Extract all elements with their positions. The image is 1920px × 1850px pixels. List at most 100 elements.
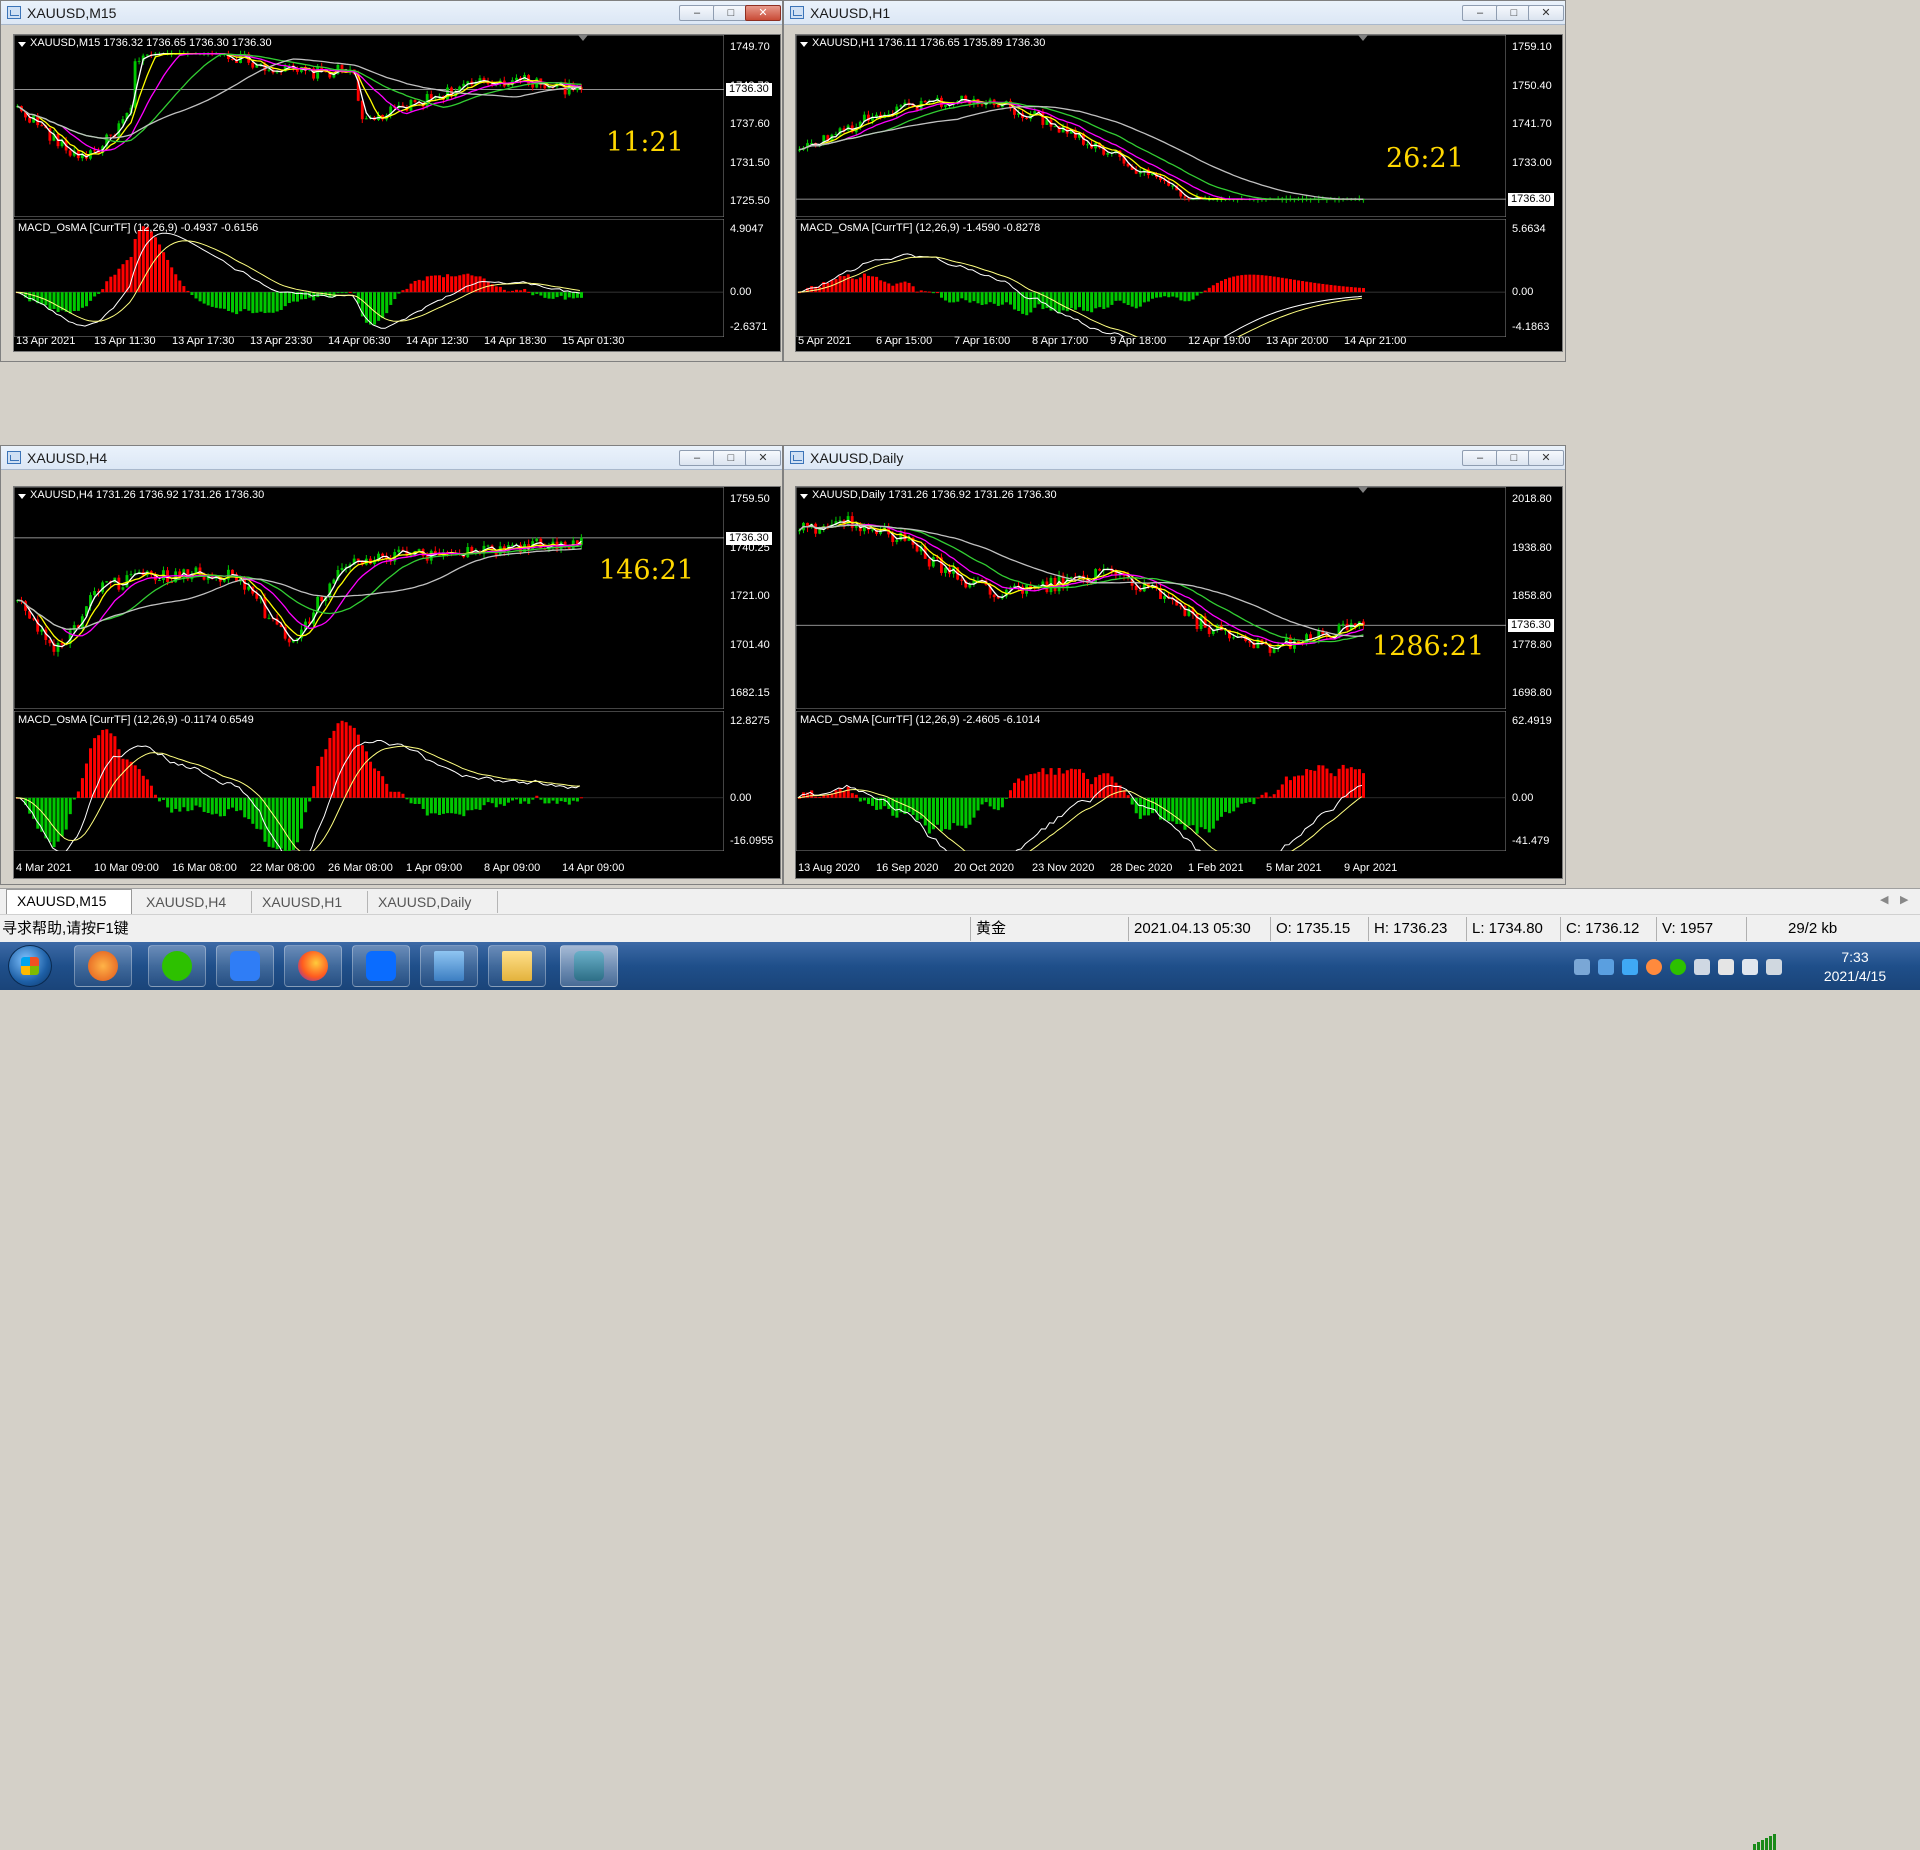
taskbar-app-photo-viewer[interactable] bbox=[420, 945, 478, 987]
candle-body bbox=[1086, 144, 1089, 146]
header-dropdown-icon[interactable] bbox=[800, 42, 808, 47]
tab-xauusd-h1[interactable]: XAUUSD,H1 bbox=[252, 891, 368, 913]
osma-bar bbox=[960, 797, 964, 826]
price-pane[interactable] bbox=[796, 487, 1506, 709]
osma-bar bbox=[992, 292, 996, 304]
chart-shift-marker-icon[interactable] bbox=[1358, 35, 1368, 41]
chart-canvas[interactable]: XAUUSD,H1 1736.11 1736.65 1735.89 1736.3… bbox=[795, 34, 1563, 352]
osma-bar bbox=[1207, 797, 1211, 833]
osma-bar bbox=[454, 276, 458, 293]
osma-bar bbox=[866, 797, 871, 805]
time-axis-label: 12 Apr 19:00 bbox=[1188, 335, 1251, 347]
taskbar-app-firefox[interactable] bbox=[284, 945, 342, 987]
tab-xauusd-m15[interactable]: XAUUSD,M15 bbox=[6, 889, 132, 914]
header-dropdown-icon[interactable] bbox=[800, 494, 808, 499]
osma-bar bbox=[1183, 292, 1187, 302]
macd-pane[interactable] bbox=[14, 711, 724, 851]
osma-bar bbox=[1013, 292, 1017, 310]
macd-pane[interactable] bbox=[796, 711, 1506, 851]
candle-body bbox=[397, 549, 401, 553]
tray-shield-icon[interactable] bbox=[1598, 959, 1614, 975]
tray-cloud-icon[interactable] bbox=[1622, 959, 1638, 975]
tray-tablet-icon[interactable] bbox=[1694, 959, 1710, 975]
osma-bar bbox=[470, 275, 474, 293]
tray-network-icon[interactable] bbox=[1766, 959, 1782, 975]
tray-bag-icon[interactable] bbox=[1574, 959, 1590, 975]
macd-pane[interactable] bbox=[14, 219, 724, 337]
osma-bar bbox=[875, 276, 879, 293]
osma-bar bbox=[923, 291, 927, 293]
tab-scroll-left-icon[interactable]: ◀ bbox=[1880, 893, 1888, 906]
tray-volume-icon[interactable] bbox=[1742, 959, 1758, 975]
clock-date[interactable]: 2021/4/15 bbox=[1810, 968, 1900, 984]
time-axis-label: 8 Apr 09:00 bbox=[484, 862, 541, 874]
tray-wechat-icon[interactable] bbox=[1670, 959, 1686, 975]
osma-bar bbox=[429, 275, 433, 293]
close-button[interactable]: ✕ bbox=[745, 5, 781, 21]
chart-canvas[interactable]: XAUUSD,M15 1736.32 1736.65 1736.30 1736.… bbox=[13, 34, 781, 352]
osma-bar bbox=[1171, 797, 1175, 822]
osma-bar bbox=[113, 736, 117, 798]
chart-canvas[interactable]: XAUUSD,H4 1731.26 1736.92 1731.26 1736.3… bbox=[13, 486, 781, 879]
window-titlebar[interactable]: XAUUSD,Daily – □ ✕ bbox=[784, 446, 1565, 470]
maximize-button[interactable]: □ bbox=[1496, 450, 1532, 466]
taskbar-app-file-explorer[interactable] bbox=[488, 945, 546, 987]
osma-bar bbox=[202, 797, 206, 812]
osma-bar bbox=[373, 292, 377, 325]
price-pane[interactable] bbox=[14, 35, 724, 217]
header-dropdown-icon[interactable] bbox=[18, 494, 26, 499]
osma-bar bbox=[287, 797, 291, 851]
price-axis-label: 2018.80 bbox=[1512, 493, 1552, 505]
chart-window-h1[interactable]: XAUUSD,H1 – □ ✕ XAUUSD,H1 1736.11 1736.6… bbox=[783, 0, 1566, 362]
header-dropdown-icon[interactable] bbox=[18, 42, 26, 47]
tab-xauusd-h4[interactable]: XAUUSD,H4 bbox=[136, 891, 252, 913]
chart-shift-marker-icon[interactable] bbox=[1358, 487, 1368, 493]
taskbar-app-orange-arrow[interactable] bbox=[74, 945, 132, 987]
osma-bar bbox=[1142, 292, 1146, 303]
minimize-button[interactable]: – bbox=[679, 450, 715, 466]
price-pane[interactable] bbox=[796, 35, 1506, 217]
osma-bar bbox=[502, 797, 506, 806]
chart-window-m15[interactable]: XAUUSD,M15 – □ ✕ XAUUSD,M15 1736.32 1736… bbox=[0, 0, 783, 362]
tab-xauusd-daily[interactable]: XAUUSD,Daily bbox=[368, 891, 498, 913]
window-titlebar[interactable]: XAUUSD,H4 – □ ✕ bbox=[1, 446, 782, 470]
taskbar-app-metatrader[interactable] bbox=[560, 945, 618, 987]
osma-bar bbox=[324, 749, 328, 798]
taskbar-app-pen[interactable] bbox=[216, 945, 274, 987]
close-button[interactable]: ✕ bbox=[1528, 450, 1564, 466]
chart-shift-marker-icon[interactable] bbox=[578, 35, 588, 41]
osma-bar bbox=[1199, 292, 1203, 294]
osma-bar bbox=[1033, 773, 1037, 798]
osma-bar bbox=[368, 761, 373, 798]
price-pane[interactable] bbox=[14, 487, 724, 709]
chart-window-h4[interactable]: XAUUSD,H4 – □ ✕ XAUUSD,H4 1731.26 1736.9… bbox=[0, 445, 783, 885]
maximize-button[interactable]: □ bbox=[1496, 5, 1532, 21]
chart-canvas[interactable]: XAUUSD,Daily 1731.26 1736.92 1731.26 173… bbox=[795, 486, 1563, 879]
clock-time[interactable]: 7:33 bbox=[1810, 949, 1900, 965]
close-button[interactable]: ✕ bbox=[745, 450, 781, 466]
osma-bar bbox=[1004, 797, 1008, 799]
start-button[interactable] bbox=[8, 945, 52, 987]
osma-bar bbox=[814, 796, 818, 798]
window-titlebar[interactable]: XAUUSD,H1 – □ ✕ bbox=[784, 1, 1565, 25]
macd-pane[interactable] bbox=[796, 219, 1506, 337]
tray-app2-icon[interactable] bbox=[1718, 959, 1734, 975]
osma-bar bbox=[89, 292, 93, 301]
minimize-button[interactable]: – bbox=[1462, 450, 1498, 466]
osma-bar bbox=[385, 783, 389, 798]
taskbar-app-wechat[interactable] bbox=[148, 945, 206, 987]
taskbar-app-meeting[interactable] bbox=[352, 945, 410, 987]
close-button[interactable]: ✕ bbox=[1528, 5, 1564, 21]
window-titlebar[interactable]: XAUUSD,M15 – □ ✕ bbox=[1, 1, 782, 25]
osma-bar bbox=[1297, 280, 1301, 293]
maximize-button[interactable]: □ bbox=[713, 5, 749, 21]
candle-body bbox=[158, 580, 161, 582]
connection-signal-icon[interactable] bbox=[1752, 1832, 1780, 1850]
osma-bar bbox=[1345, 286, 1349, 293]
chart-window-daily[interactable]: XAUUSD,Daily – □ ✕ XAUUSD,Daily 1731.26 … bbox=[783, 445, 1566, 885]
minimize-button[interactable]: – bbox=[1462, 5, 1498, 21]
maximize-button[interactable]: □ bbox=[713, 450, 749, 466]
minimize-button[interactable]: – bbox=[679, 5, 715, 21]
tab-scroll-right-icon[interactable]: ▶ bbox=[1900, 893, 1908, 906]
tray-app-icon[interactable] bbox=[1646, 959, 1662, 975]
